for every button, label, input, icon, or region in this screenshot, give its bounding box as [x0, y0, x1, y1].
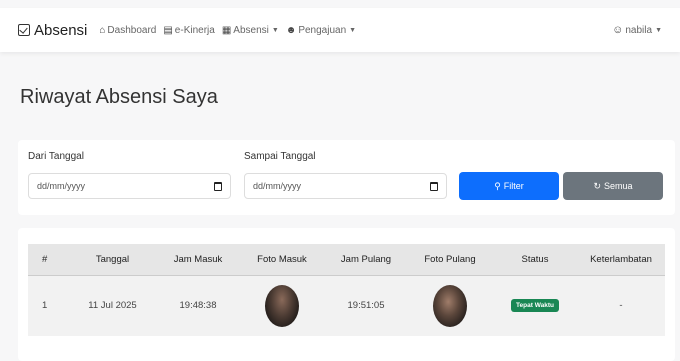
attendance-table-card: # Tanggal Jam Masuk Foto Masuk Jam Pulan… [18, 228, 675, 361]
filter-button[interactable]: ⚲ Filter [459, 172, 559, 200]
caret-down-icon: ▼ [349, 26, 357, 34]
check-out-time-cell: 19:51:05 [325, 274, 407, 336]
to-date-placeholder: dd/mm/yyyy [253, 181, 302, 191]
nav-item-ekinerja[interactable]: ▤ e-Kinerja [163, 25, 214, 36]
refresh-icon: ↻ [593, 180, 601, 191]
column-header: Foto Masuk [239, 244, 325, 275]
column-header: Status [493, 244, 577, 275]
check-out-photo[interactable] [433, 284, 467, 327]
show-all-button-label: Semua [604, 181, 633, 191]
table-header-row: # Tanggal Jam Masuk Foto Masuk Jam Pulan… [28, 244, 665, 275]
attendance-table: # Tanggal Jam Masuk Foto Masuk Jam Pulan… [28, 244, 665, 336]
user-name: nabila [625, 24, 653, 36]
navbar: Absensi ⌂ Dashboard ▤ e-Kinerja ▦ Absens… [0, 8, 680, 52]
from-date-placeholder: dd/mm/yyyy [37, 181, 86, 191]
brand-link[interactable]: Absensi [18, 22, 87, 39]
nav-menu: ⌂ Dashboard ▤ e-Kinerja ▦ Absensi ▼ ☻ Pe… [99, 25, 363, 36]
brand-label: Absensi [34, 21, 88, 39]
briefcase-icon: ▤ [163, 24, 173, 36]
caret-down-icon: ▼ [271, 26, 279, 34]
filter-button-label: Filter [503, 181, 524, 191]
check-in-time-cell: 19:48:38 [157, 274, 239, 336]
column-header: Jam Masuk [157, 244, 239, 275]
to-date-label: Sampai Tanggal [244, 151, 316, 162]
nav-item-label: Pengajuan [298, 24, 347, 36]
column-header: Tanggal [68, 244, 157, 275]
check-in-photo[interactable] [265, 284, 299, 327]
show-all-button[interactable]: ↻ Semua [563, 172, 663, 200]
caret-down-icon: ▼ [655, 26, 662, 34]
column-header: Keterlambatan [577, 244, 665, 275]
user-circle-icon: ☺ [612, 24, 624, 36]
column-header: # [28, 244, 68, 275]
table-row: 1 11 Jul 2025 19:48:38 19:51:05 Tepat Wa… [28, 274, 665, 336]
search-icon: ⚲ [494, 180, 501, 191]
nav-item-dashboard[interactable]: ⌂ Dashboard [99, 25, 156, 36]
calendar-icon: ▦ [221, 24, 232, 36]
calendar-icon[interactable] [214, 182, 222, 191]
column-header: Jam Pulang [325, 244, 407, 275]
filter-card: Dari Tanggal dd/mm/yyyy Sampai Tanggal d… [18, 140, 675, 215]
user-menu[interactable]: ☺ nabila ▼ [612, 24, 662, 36]
home-icon: ⌂ [99, 24, 106, 36]
users-icon: ☻ [285, 24, 297, 36]
status-cell: Tepat Waktu [493, 274, 577, 336]
nav-item-label: Dashboard [107, 24, 157, 36]
column-header: Foto Pulang [407, 244, 493, 275]
row-number: 1 [28, 274, 68, 336]
to-date-input[interactable]: dd/mm/yyyy [244, 173, 447, 199]
lateness-cell: - [577, 274, 665, 336]
nav-item-absensi[interactable]: ▦ Absensi ▼ [222, 25, 279, 36]
calendar-icon[interactable] [430, 182, 438, 191]
status-badge: Tepat Waktu [511, 299, 559, 313]
check-in-photo-cell [239, 274, 325, 336]
nav-item-pengajuan[interactable]: ☻ Pengajuan ▼ [286, 25, 356, 36]
nav-item-label: Absensi [233, 24, 269, 36]
nav-item-label: e-Kinerja [174, 24, 215, 36]
calendar-check-icon [18, 24, 30, 36]
from-date-input[interactable]: dd/mm/yyyy [28, 173, 231, 199]
page-title: Riwayat Absensi Saya [20, 86, 218, 108]
check-out-photo-cell [407, 274, 493, 336]
from-date-label: Dari Tanggal [28, 151, 84, 162]
date-cell: 11 Jul 2025 [68, 274, 157, 336]
